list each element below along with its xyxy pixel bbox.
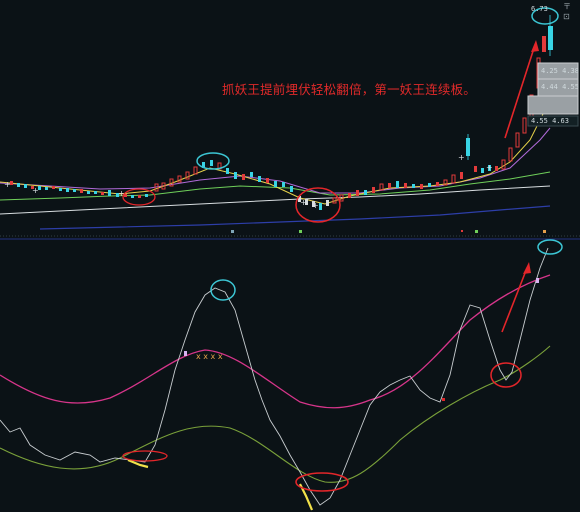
osc-marker [536, 278, 539, 283]
chart-background [0, 0, 580, 512]
axis-marker [231, 230, 234, 233]
svg-text:+: + [458, 153, 465, 162]
svg-text:+: + [32, 186, 39, 195]
osc-x-markers: x x x x [196, 352, 223, 361]
top-price-label: 6.73 [531, 5, 548, 13]
axis-marker [461, 230, 463, 232]
osc-marker [184, 351, 187, 356]
price-label-3: 4.55 4.63 [531, 117, 569, 125]
svg-text:+: + [4, 180, 11, 189]
axis-marker [299, 230, 302, 233]
axis-marker [475, 230, 478, 233]
toolbar-icons[interactable]: 〒 ⊡ [563, 1, 580, 21]
svg-text:+: + [300, 198, 307, 207]
price-label-2: 4.44 4.55 [541, 83, 579, 91]
price-tag-box-3 [527, 95, 579, 115]
stock-chart-screen: ++ ++ + ++ x x x x [0, 0, 580, 512]
svg-text:+: + [486, 163, 493, 172]
svg-text:+: + [312, 201, 319, 210]
osc-marker [442, 398, 445, 401]
axis-marker [543, 230, 546, 233]
price-label-1: 4.25 4.38 [541, 67, 579, 75]
annotation-text: 抓妖王提前埋伏轻松翻倍，第一妖王连续板。 [222, 82, 477, 97]
